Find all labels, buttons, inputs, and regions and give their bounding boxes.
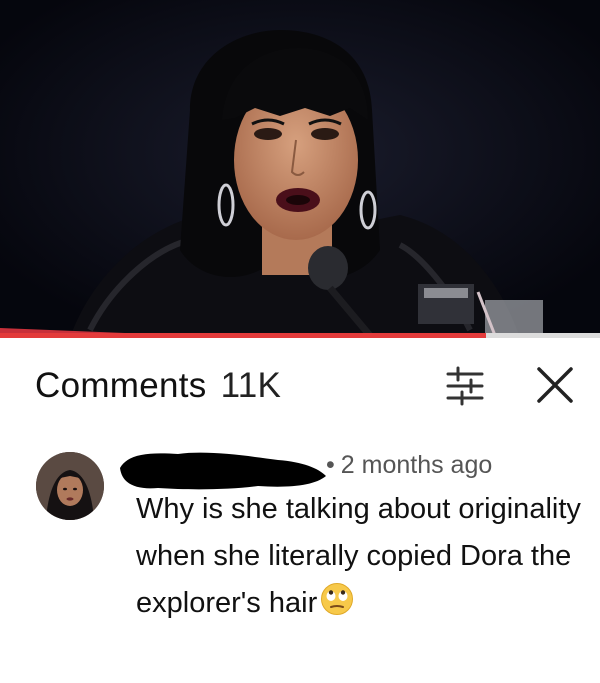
avatar[interactable]	[36, 452, 104, 520]
comment-text: Why is she talking about originality whe…	[136, 493, 581, 619]
sort-icon[interactable]	[444, 365, 486, 407]
comments-header: Comments 11K	[0, 338, 600, 435]
comment-timestamp: 2 months ago	[340, 451, 493, 479]
close-icon[interactable]	[533, 363, 577, 407]
comment-body: Why is she talking about originality whe…	[136, 486, 586, 631]
video-player[interactable]	[0, 0, 600, 338]
comments-title: Comments 11K	[35, 366, 281, 406]
meta-separator: •	[326, 451, 335, 479]
comments-title-label: Comments	[35, 366, 207, 405]
eye-roll-emoji-icon	[320, 582, 354, 631]
video-frame	[0, 0, 600, 338]
comments-count: 11K	[220, 366, 282, 405]
comment-meta: • 2 months ago	[326, 451, 492, 480]
comment-item: • 2 months ago Why is she talking about o…	[0, 434, 600, 683]
